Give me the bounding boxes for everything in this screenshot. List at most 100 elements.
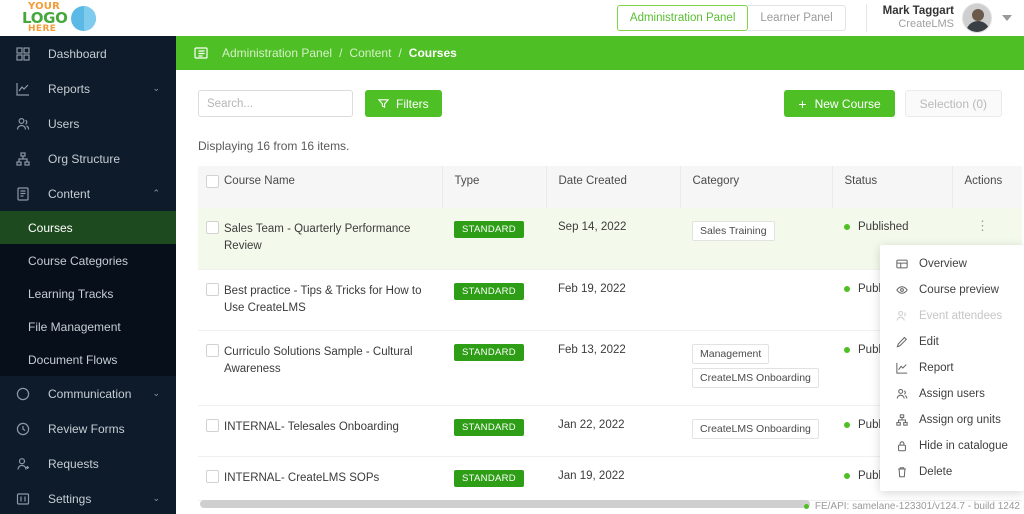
menu-item-label: Hide in catalogue xyxy=(919,440,1008,452)
cell-date-created: Jan 22, 2022 xyxy=(546,405,680,457)
menu-item-delete[interactable]: Delete xyxy=(880,459,1024,485)
cell-type: STANDARD xyxy=(442,208,546,270)
user-menu[interactable]: Mark Taggart CreateLMS xyxy=(883,3,1024,33)
tab-learner-panel[interactable]: Learner Panel xyxy=(748,5,846,31)
row-actions-kebab-icon[interactable]: ⋮ xyxy=(976,218,989,233)
sidebar-item-dashboard-label: Dashboard xyxy=(48,46,107,61)
cell-course-name[interactable]: Sales Team - Quarterly Performance Revie… xyxy=(224,208,442,270)
menu-item-label: Event attendees xyxy=(919,310,1003,322)
status-dot-icon xyxy=(844,422,850,428)
category-tag[interactable]: Sales Training xyxy=(692,221,775,241)
results-summary: Displaying 16 from 16 items. xyxy=(198,139,350,153)
sidebar-item-learning-tracks[interactable]: Learning Tracks xyxy=(0,277,176,310)
tab-administration-panel[interactable]: Administration Panel xyxy=(616,5,749,31)
sidebar-item-users[interactable]: Users xyxy=(0,106,176,141)
chevron-down-icon[interactable]: ⌄ xyxy=(152,388,160,399)
menu-item-assign-users[interactable]: Assign users xyxy=(880,381,1024,407)
menu-item-label: Overview xyxy=(919,258,967,270)
sidebar-item-dashboard[interactable]: Dashboard xyxy=(0,36,176,71)
row-checkbox[interactable] xyxy=(206,470,219,483)
sidebar-item-courses[interactable]: Courses xyxy=(0,211,176,244)
sidebar-item-org-structure[interactable]: Org Structure xyxy=(0,141,176,176)
sidebar-item-reports[interactable]: Reports ⌄ xyxy=(0,71,176,106)
chat-icon xyxy=(16,386,36,402)
menu-item-report[interactable]: Report xyxy=(880,355,1024,381)
chevron-down-icon[interactable] xyxy=(1002,15,1012,21)
chevron-up-icon[interactable]: ⌃ xyxy=(152,188,160,199)
category-tag[interactable]: CreateLMS Onboarding xyxy=(692,419,819,439)
row-checkbox[interactable] xyxy=(206,419,219,432)
status-dot-icon xyxy=(803,504,809,509)
chevron-down-icon[interactable]: ⌄ xyxy=(152,83,160,94)
category-tag[interactable]: Management xyxy=(692,344,770,364)
sidebar-item-org-structure-label: Org Structure xyxy=(48,151,121,166)
select-all-checkbox[interactable] xyxy=(206,175,219,188)
column-header-status[interactable]: Status xyxy=(832,166,953,208)
eye-icon xyxy=(894,284,910,296)
column-header-course-name[interactable]: Course Name xyxy=(224,166,443,208)
avatar[interactable] xyxy=(962,3,992,33)
new-course-button[interactable]: + New Course xyxy=(784,90,895,117)
top-bar: YOUR LOGO HERE Administration Panel Lear… xyxy=(0,0,1024,36)
horizontal-scrollbar[interactable] xyxy=(200,500,810,508)
sidebar-item-document-flows[interactable]: Document Flows xyxy=(0,343,176,376)
menu-item-hide-in-catalogue[interactable]: Hide in catalogue xyxy=(880,433,1024,459)
type-badge: STANDARD xyxy=(454,470,524,487)
cell-course-name[interactable]: Best practice - Tips & Tricks for How to… xyxy=(224,269,442,331)
sidebar-item-course-categories[interactable]: Course Categories xyxy=(0,244,176,277)
chart-icon xyxy=(16,81,36,97)
sidebar-item-file-management[interactable]: File Management xyxy=(0,310,176,343)
sidebar-item-communication[interactable]: Communication ⌄ xyxy=(0,376,176,411)
cell-type: STANDARD xyxy=(442,405,546,457)
chevron-down-icon[interactable]: ⌄ xyxy=(152,493,160,504)
sidebar-item-course-categories-label: Course Categories xyxy=(28,253,129,268)
cell-course-name[interactable]: Curriculo Solutions Sample - Cultural Aw… xyxy=(224,330,442,406)
content-icon xyxy=(16,186,36,202)
toolbar-right: + New Course Selection (0) xyxy=(784,90,1002,117)
cell-type: STANDARD xyxy=(442,456,546,502)
cell-course-name[interactable]: INTERNAL- Telesales Onboarding xyxy=(224,405,442,457)
sidebar-item-document-flows-label: Document Flows xyxy=(28,352,118,367)
column-header-date-created[interactable]: Date Created xyxy=(546,166,681,208)
row-checkbox[interactable] xyxy=(206,221,219,234)
column-header-type[interactable]: Type xyxy=(442,166,547,208)
sidebar-item-content[interactable]: Content ⌃ xyxy=(0,176,176,211)
menu-item-overview[interactable]: Overview xyxy=(880,251,1024,277)
org-tree-icon xyxy=(16,151,36,167)
breadcrumb-separator: / xyxy=(398,46,402,60)
user-plus-icon xyxy=(16,456,36,472)
footer-build-info: FE/API: samelane-123301/v124.7 - build 1… xyxy=(803,501,1020,512)
column-header-category[interactable]: Category xyxy=(680,166,833,208)
breadcrumb-separator: / xyxy=(339,46,343,60)
sidebar-item-review-forms[interactable]: Review Forms xyxy=(0,411,176,446)
menu-item-course-preview[interactable]: Course preview xyxy=(880,277,1024,303)
cell-date-created: Jan 19, 2022 xyxy=(546,456,680,502)
app-logo[interactable]: YOUR LOGO HERE xyxy=(14,1,98,35)
menu-item-event-attendees: Event attendees xyxy=(880,303,1024,329)
user-organization: CreateLMS xyxy=(898,18,954,31)
status-dot-icon xyxy=(844,224,850,230)
sidebar-item-settings[interactable]: Settings ⌄ xyxy=(0,481,176,514)
breadcrumb-item-administration-panel[interactable]: Administration Panel xyxy=(222,46,332,60)
menu-item-edit[interactable]: Edit xyxy=(880,329,1024,355)
cell-type: STANDARD xyxy=(442,330,546,406)
menu-item-assign-org-units[interactable]: Assign org units xyxy=(880,407,1024,433)
type-badge: STANDARD xyxy=(454,419,524,436)
logo-area: YOUR LOGO HERE xyxy=(0,0,180,36)
attendees-icon xyxy=(894,310,910,322)
list-icon[interactable] xyxy=(194,46,208,60)
search-box[interactable] xyxy=(198,90,383,117)
search-input[interactable] xyxy=(199,97,369,110)
row-checkbox[interactable] xyxy=(206,344,219,357)
row-checkbox[interactable] xyxy=(206,282,219,296)
filters-button[interactable]: Filters xyxy=(365,90,442,117)
sidebar-item-requests[interactable]: Requests xyxy=(0,446,176,481)
category-tag[interactable]: CreateLMS Onboarding xyxy=(692,368,819,388)
breadcrumb-item-content[interactable]: Content xyxy=(349,46,391,60)
cell-date-created: Feb 13, 2022 xyxy=(546,330,680,406)
type-badge: STANDARD xyxy=(454,344,524,361)
row-select-cell xyxy=(198,456,224,502)
cell-course-name[interactable]: INTERNAL- CreateLMS SOPs xyxy=(224,456,442,502)
selection-button[interactable]: Selection (0) xyxy=(904,90,1002,117)
sidebar-item-courses-label: Courses xyxy=(28,220,73,235)
